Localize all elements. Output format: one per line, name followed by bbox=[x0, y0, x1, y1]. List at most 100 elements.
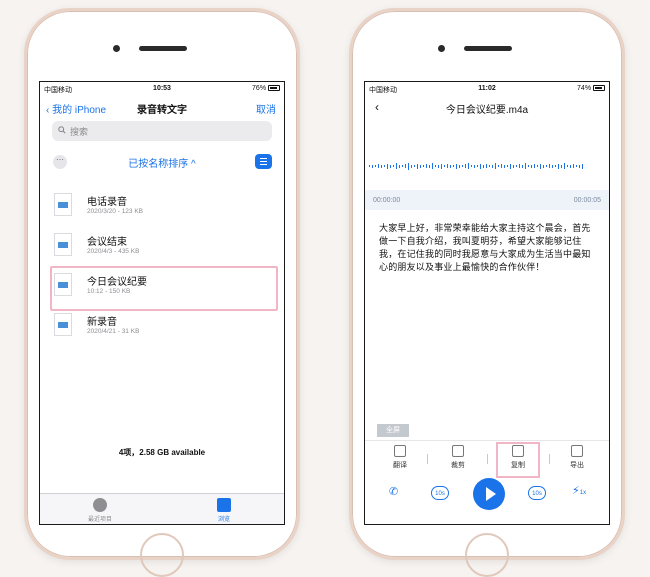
waveform-bar bbox=[414, 165, 415, 167]
waveform-bar bbox=[501, 164, 502, 168]
storage-summary: 4项，2.58 GB available bbox=[118, 448, 206, 457]
divider bbox=[427, 454, 428, 464]
waveform-bar bbox=[450, 164, 451, 168]
battery-icon bbox=[593, 85, 605, 91]
waveform-bar bbox=[480, 163, 481, 169]
skip-forward-button[interactable]: 10s bbox=[528, 486, 546, 500]
waveform-bar bbox=[573, 164, 574, 168]
search-input[interactable]: 搜索 bbox=[52, 121, 272, 141]
skip-back-button[interactable]: 10s bbox=[431, 486, 449, 500]
transcript-panel: 大家早上好，非常荣幸能给大家主持这个晨会，首先做一下自我介绍，我叫夏明芬，希望大… bbox=[373, 214, 601, 458]
waveform-bar bbox=[504, 164, 505, 168]
timeline: 00:00:00 00:00:05 bbox=[365, 190, 609, 210]
list-item[interactable]: 会议结束 2020/4/3 - 435 KB bbox=[54, 227, 270, 267]
status-bar: 中国移动 10:53 76% bbox=[40, 82, 284, 96]
sort-toggle[interactable]: 已按名称排序 ^ bbox=[40, 155, 284, 170]
waveform-bar bbox=[486, 164, 487, 168]
tab-label: 最近项目 bbox=[87, 517, 112, 523]
audio-file-icon bbox=[54, 193, 72, 216]
audio-file-icon bbox=[54, 313, 72, 336]
file-name: 电话录音 bbox=[87, 197, 127, 208]
export-icon bbox=[571, 445, 583, 457]
file-name: 新录音 bbox=[87, 317, 117, 328]
waveform-bars bbox=[365, 162, 609, 170]
waveform-bar bbox=[555, 165, 556, 167]
divider bbox=[549, 454, 550, 464]
home-button[interactable] bbox=[140, 533, 184, 577]
export-button[interactable]: 导出 bbox=[557, 445, 597, 470]
speed-label: 1x bbox=[579, 490, 587, 496]
earpiece bbox=[464, 46, 512, 51]
phone-icon[interactable]: ✆ bbox=[389, 485, 398, 498]
sort-row: ··· 已按名称排序 ^ bbox=[40, 145, 284, 175]
tool-label: 导出 bbox=[570, 462, 584, 469]
waveform-bar bbox=[546, 165, 547, 167]
waveform-bar bbox=[519, 164, 520, 168]
home-button[interactable] bbox=[465, 533, 509, 577]
clock: 10:53 bbox=[153, 85, 171, 92]
left-phone: 中国移动 10:53 76% ‹ 我的 iPhone 录音转文字 取消 搜索 ·… bbox=[24, 8, 300, 577]
list-item[interactable]: 新录音 2020/4/21 - 31 KB bbox=[54, 307, 270, 347]
crop-icon bbox=[452, 445, 464, 457]
waveform-bar bbox=[396, 163, 397, 169]
waveform-bar bbox=[399, 164, 400, 168]
waveform-bar bbox=[390, 164, 391, 168]
front-camera bbox=[113, 45, 120, 52]
waveform-bar bbox=[411, 164, 412, 168]
waveform-bar bbox=[525, 163, 526, 169]
waveform-bar bbox=[477, 165, 478, 167]
waveform-bar bbox=[435, 165, 436, 167]
audio-file-icon bbox=[54, 273, 72, 296]
file-name: 今日会议纪要 bbox=[87, 277, 147, 288]
waveform[interactable] bbox=[365, 118, 609, 190]
right-phone: 中国移动 11:02 74% ‹ 今日会议纪要.m4a 00:00:00 00:… bbox=[349, 8, 625, 577]
battery-indicator: 76% bbox=[252, 85, 280, 92]
waveform-bar bbox=[369, 165, 370, 167]
waveform-bar bbox=[453, 165, 454, 167]
waveform-bar bbox=[567, 165, 568, 167]
folder-icon bbox=[217, 498, 231, 512]
waveform-bar bbox=[531, 164, 532, 168]
cancel-button[interactable]: 取消 bbox=[256, 101, 276, 116]
translate-icon bbox=[394, 445, 406, 457]
waveform-bar bbox=[510, 163, 511, 169]
waveform-bar bbox=[579, 164, 580, 168]
waveform-bar bbox=[462, 165, 463, 167]
end-time: 00:00:05 bbox=[573, 197, 601, 204]
tab-browse[interactable]: 浏览 bbox=[194, 498, 254, 523]
tab-recents[interactable]: 最近项目 bbox=[70, 498, 130, 523]
waveform-bar bbox=[513, 164, 514, 168]
waveform-bar bbox=[465, 164, 466, 168]
tab-label: 浏览 bbox=[217, 517, 230, 523]
copy-button[interactable]: 复制 bbox=[496, 442, 540, 478]
toolbar: 翻译 裁剪 复制 导出 bbox=[365, 440, 609, 478]
status-bar: 中国移动 11:02 74% bbox=[365, 82, 609, 96]
play-button[interactable] bbox=[473, 478, 505, 510]
list-item-selected[interactable]: 今日会议纪要 10:12 - 150 KB bbox=[50, 266, 278, 311]
fullscreen-button[interactable]: 全屏 bbox=[377, 424, 409, 437]
lightning-icon: ⚡ bbox=[572, 485, 580, 497]
search-placeholder: 搜索 bbox=[70, 127, 89, 137]
speed-button[interactable]: ⚡1x bbox=[572, 484, 586, 497]
battery-percent: 74% bbox=[577, 85, 592, 92]
waveform-bar bbox=[471, 165, 472, 167]
waveform-bar bbox=[495, 163, 496, 169]
waveform-bar bbox=[564, 163, 565, 169]
waveform-bar bbox=[432, 163, 433, 169]
waveform-bar bbox=[534, 164, 535, 168]
waveform-bar bbox=[426, 164, 427, 168]
battery-icon bbox=[268, 85, 280, 91]
list-view-icon[interactable] bbox=[255, 154, 272, 169]
skip-back-label: 10s bbox=[435, 491, 445, 497]
translate-button[interactable]: 翻译 bbox=[380, 445, 420, 470]
file-meta: 2020/3/20 - 123 KB bbox=[87, 208, 144, 215]
transcript-text[interactable]: 大家早上好，非常荣幸能给大家主持这个晨会，首先做一下自我介绍，我叫夏明芬，希望大… bbox=[373, 214, 601, 282]
tool-label: 翻译 bbox=[393, 462, 407, 469]
clock: 11:02 bbox=[478, 85, 496, 92]
waveform-bar bbox=[444, 165, 445, 167]
list-item[interactable]: 电话录音 2020/3/20 - 123 KB bbox=[54, 187, 270, 227]
crop-button[interactable]: 裁剪 bbox=[438, 445, 478, 470]
waveform-bar bbox=[489, 165, 490, 167]
waveform-bar bbox=[405, 164, 406, 168]
waveform-bar bbox=[459, 164, 460, 168]
